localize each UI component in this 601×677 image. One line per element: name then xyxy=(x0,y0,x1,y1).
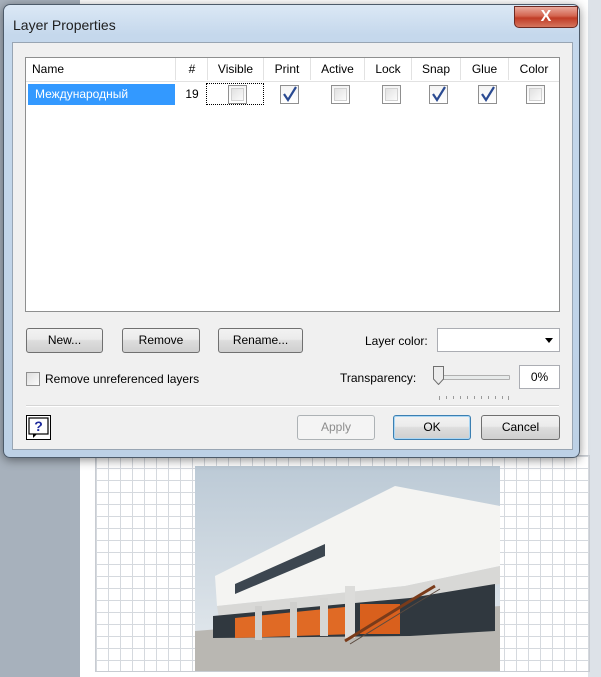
dropdown-arrow-icon xyxy=(545,338,553,343)
layer-color-dropdown[interactable] xyxy=(437,328,560,352)
active-checkbox[interactable] xyxy=(331,85,350,104)
layer-color-label: Layer color: xyxy=(365,334,428,348)
layer-list[interactable]: Name # Visible Print Active Lock Snap Gl… xyxy=(25,57,560,312)
transparency-slider-track[interactable] xyxy=(438,375,510,380)
column-header-visible[interactable]: Visible xyxy=(208,58,264,80)
new-button[interactable]: New... xyxy=(26,328,103,353)
column-header-name[interactable]: Name xyxy=(26,58,176,80)
transparency-label: Transparency: xyxy=(340,371,417,385)
column-header-lock[interactable]: Lock xyxy=(365,58,412,80)
transparency-value-field[interactable]: 0% xyxy=(519,365,560,389)
checkmark-icon xyxy=(481,86,495,103)
remove-button[interactable]: Remove xyxy=(122,328,200,353)
help-icon: ? xyxy=(28,417,49,438)
separator xyxy=(26,405,559,407)
remove-unreferenced-checkbox[interactable] xyxy=(26,372,40,386)
apply-button[interactable]: Apply xyxy=(297,415,375,440)
dialog-client-area: Name # Visible Print Active Lock Snap Gl… xyxy=(12,42,573,450)
column-header-snap[interactable]: Snap xyxy=(412,58,461,80)
remove-unreferenced-label[interactable]: Remove unreferenced layers xyxy=(45,372,199,386)
column-header-glue[interactable]: Glue xyxy=(461,58,509,80)
lock-checkbox[interactable] xyxy=(382,85,401,104)
layer-number-cell: 19 xyxy=(185,87,199,101)
column-header-active[interactable]: Active xyxy=(311,58,365,80)
glue-checkbox[interactable] xyxy=(478,85,497,104)
print-checkbox[interactable] xyxy=(280,85,299,104)
color-checkbox[interactable] xyxy=(526,85,545,104)
help-button[interactable]: ? xyxy=(26,415,51,440)
column-header-number[interactable]: # xyxy=(177,58,208,80)
transparency-slider-thumb[interactable] xyxy=(433,366,444,386)
snap-checkbox[interactable] xyxy=(429,85,448,104)
visible-checkbox[interactable] xyxy=(228,85,247,104)
rename-button[interactable]: Rename... xyxy=(218,328,303,353)
column-header-color[interactable]: Color xyxy=(509,58,559,80)
slider-ticks xyxy=(439,389,509,400)
building-photo[interactable] xyxy=(195,466,500,671)
layer-list-header: Name # Visible Print Active Lock Snap Gl… xyxy=(26,58,559,82)
checkmark-icon xyxy=(283,86,297,103)
dialog-title: Layer Properties xyxy=(13,17,116,33)
layer-name-cell[interactable]: Международный xyxy=(28,84,175,105)
close-button[interactable]: X xyxy=(514,6,578,28)
checkmark-icon xyxy=(432,86,446,103)
svg-text:?: ? xyxy=(34,418,43,434)
ok-button[interactable]: OK xyxy=(393,415,471,440)
cancel-button[interactable]: Cancel xyxy=(481,415,560,440)
column-header-print[interactable]: Print xyxy=(264,58,311,80)
layer-properties-dialog: Layer Properties X Name # Visible Print … xyxy=(3,4,580,458)
close-icon: X xyxy=(540,8,552,25)
